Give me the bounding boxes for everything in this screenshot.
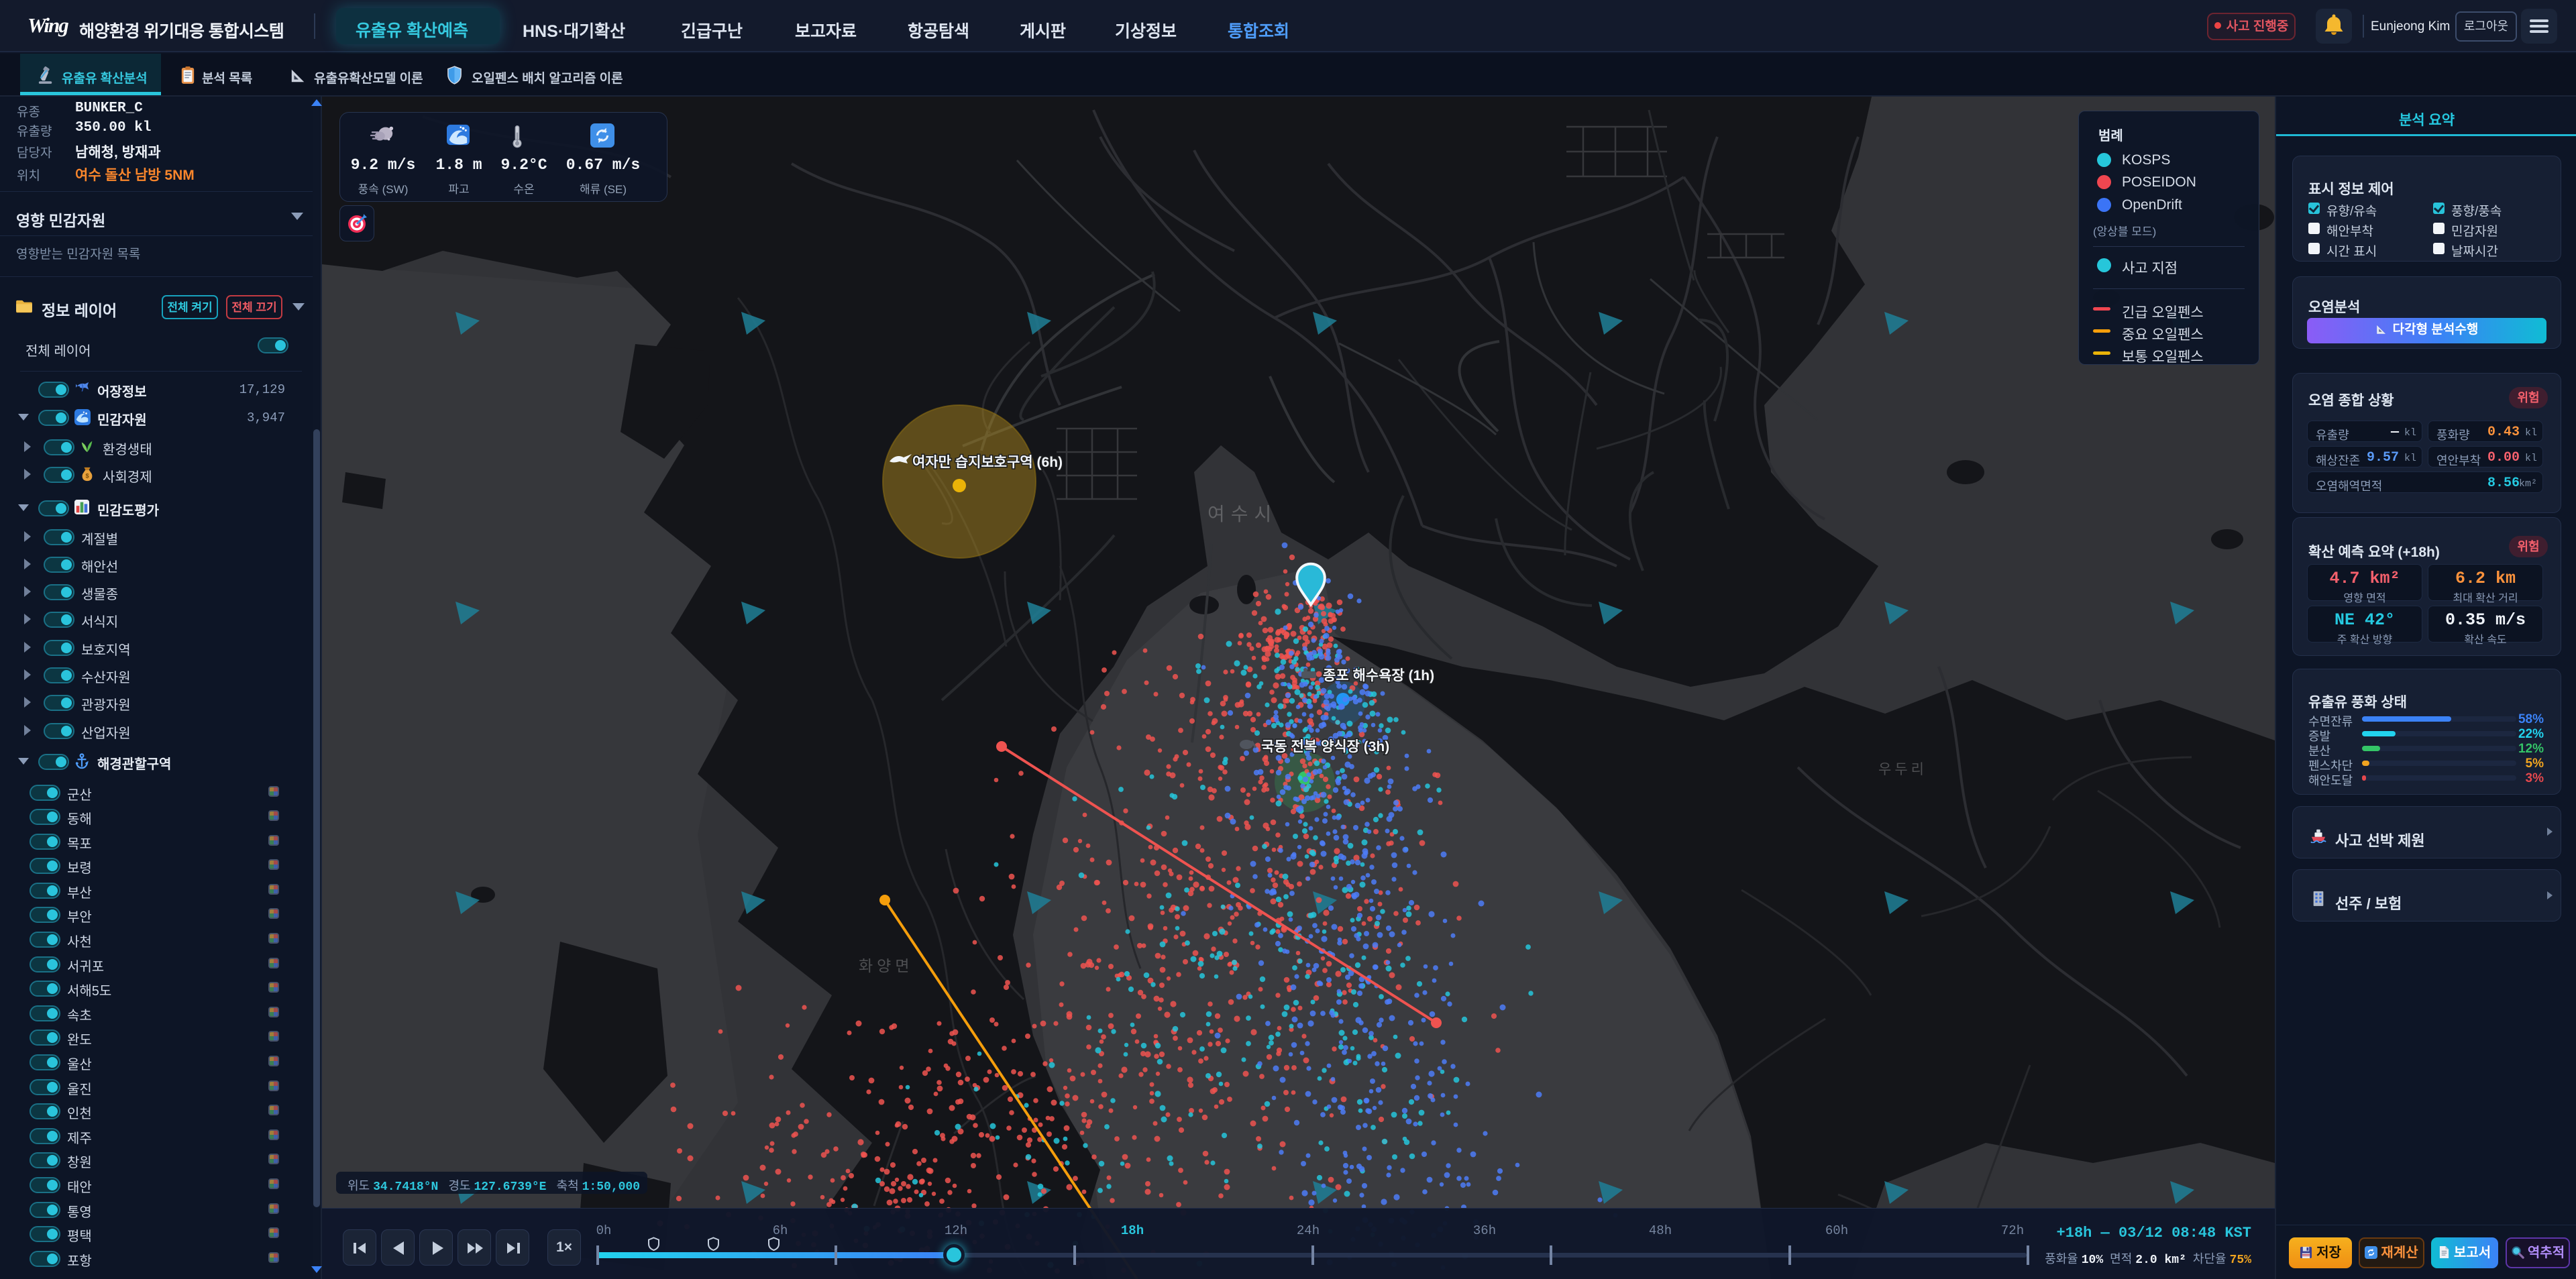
svg-text:우두리: 우두리	[1878, 762, 1927, 777]
svg-text:종포 해수욕장 (1h): 종포 해수욕장 (1h)	[1323, 668, 1434, 683]
svg-text:여자만 습지보호구역 (6h): 여자만 습지보호구역 (6h)	[912, 455, 1063, 470]
svg-text:$: $	[85, 473, 89, 480]
svg-text:국동 전복 양식장 (3h): 국동 전복 양식장 (3h)	[1261, 739, 1389, 755]
svg-text:여수시: 여수시	[1208, 504, 1277, 524]
svg-text:화양면: 화양면	[859, 957, 913, 975]
